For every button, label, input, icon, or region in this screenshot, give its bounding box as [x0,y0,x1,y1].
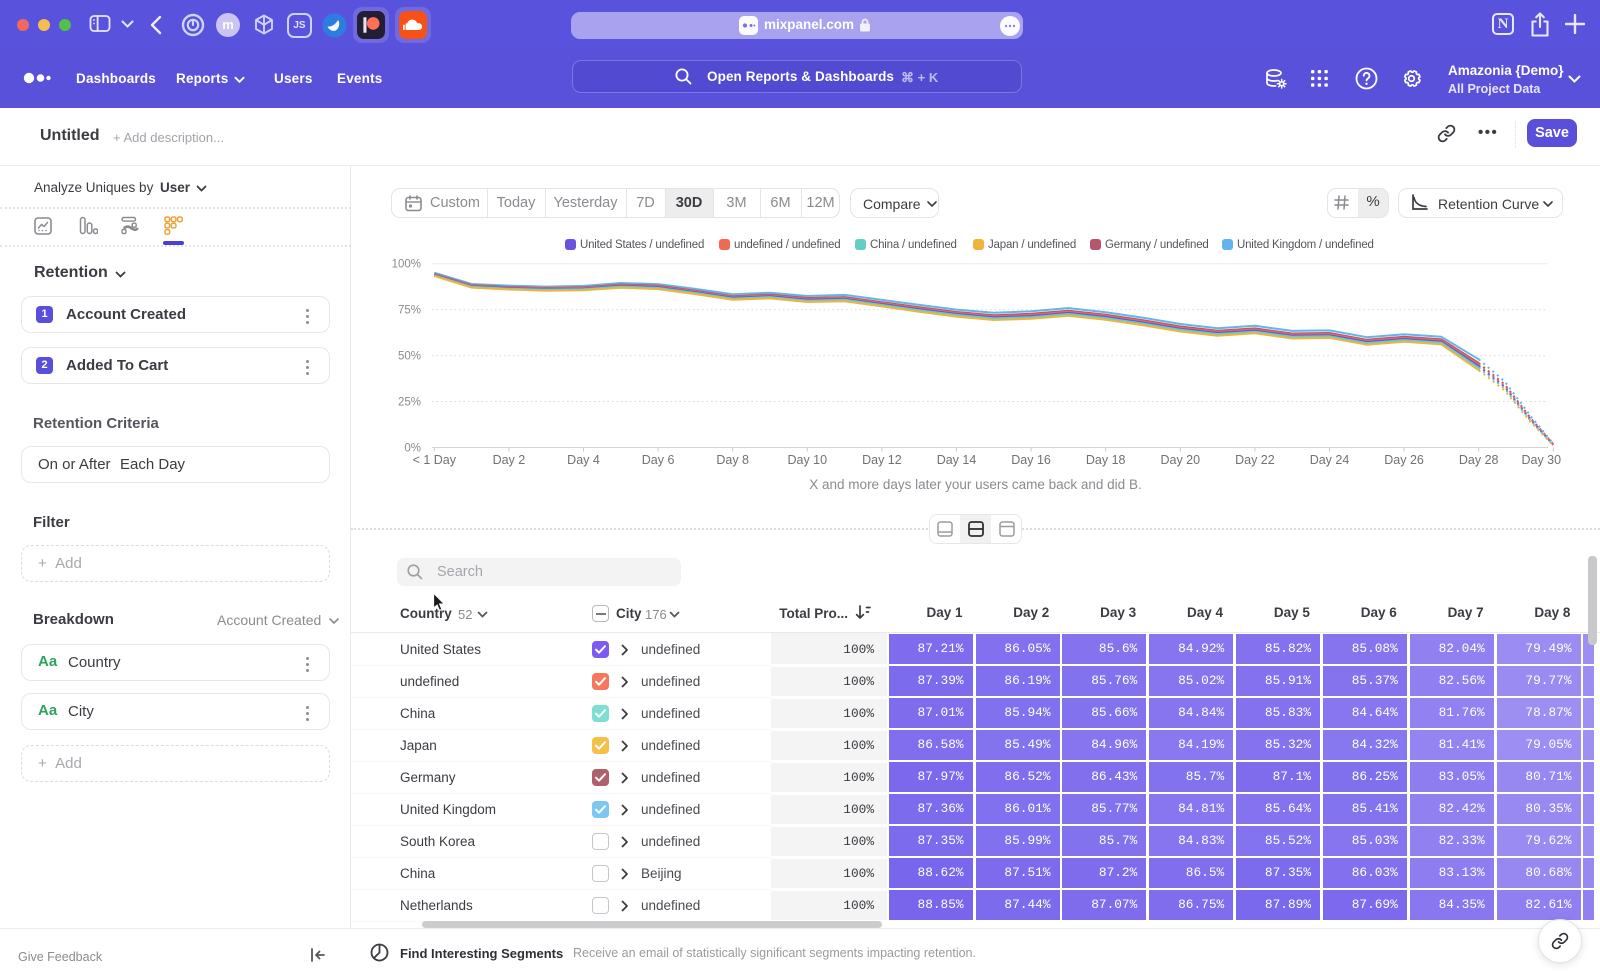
svg-text:Day 28: Day 28 [1459,453,1499,467]
svg-text:Day 2: Day 2 [493,453,526,467]
svg-text:Day 22: Day 22 [1235,453,1275,467]
svg-text:100%: 100% [392,259,421,271]
svg-text:Day 14: Day 14 [937,453,977,467]
svg-text:< 1 Day: < 1 Day [413,453,457,467]
svg-text:Day 6: Day 6 [642,453,675,467]
svg-text:Day 12: Day 12 [862,453,902,467]
svg-text:25%: 25% [398,397,421,409]
svg-text:50%: 50% [398,351,421,363]
svg-text:75%: 75% [398,305,421,317]
svg-text:Day 4: Day 4 [567,453,600,467]
svg-text:Day 18: Day 18 [1086,453,1126,467]
svg-text:Day 24: Day 24 [1310,453,1350,467]
svg-text:Day 20: Day 20 [1160,453,1200,467]
svg-text:Day 26: Day 26 [1384,453,1424,467]
svg-text:Day 10: Day 10 [787,453,827,467]
svg-text:Day 30: Day 30 [1521,453,1561,467]
svg-text:Day 16: Day 16 [1011,453,1051,467]
svg-text:Day 8: Day 8 [716,453,749,467]
